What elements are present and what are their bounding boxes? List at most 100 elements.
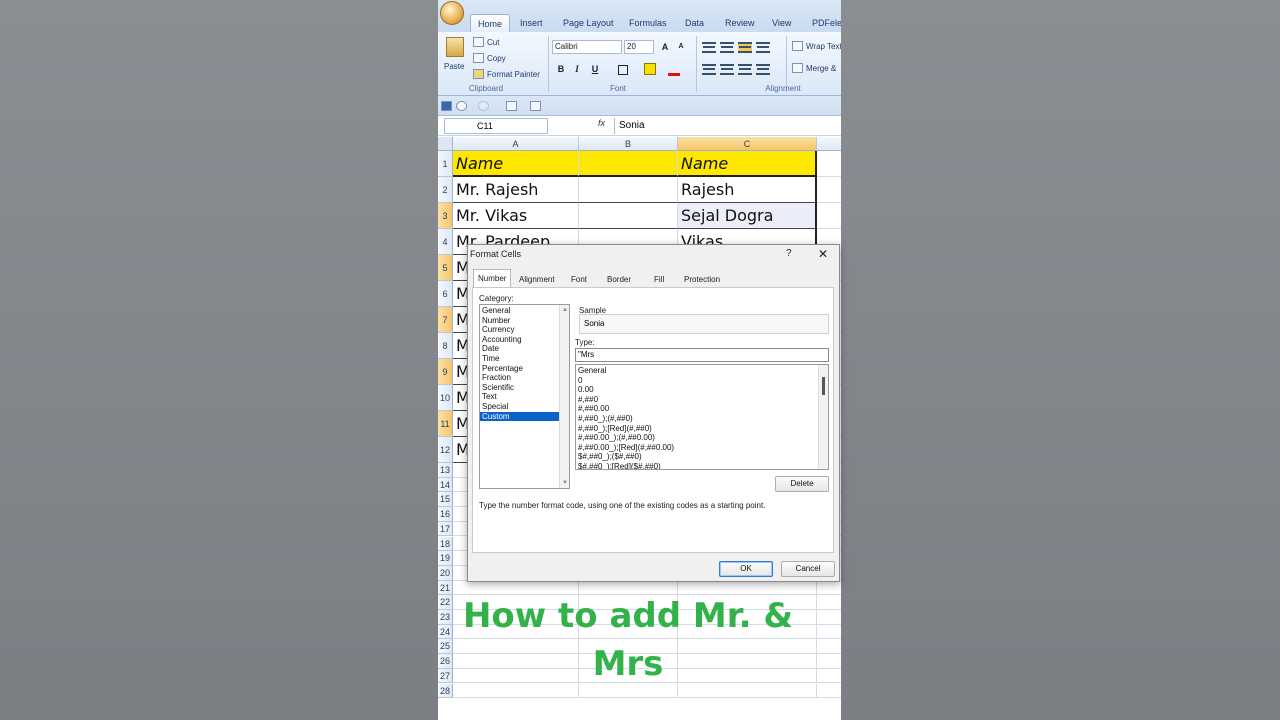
row-header[interactable]: 1 bbox=[438, 151, 453, 177]
tab-formulas[interactable]: Formulas bbox=[622, 14, 674, 32]
fx-icon[interactable]: fx bbox=[598, 118, 605, 128]
column-header-c[interactable]: C bbox=[678, 137, 817, 151]
wrap-text-button[interactable]: Wrap Text bbox=[806, 42, 841, 51]
format-code-item[interactable]: #,##0.00 bbox=[576, 404, 816, 414]
row-header[interactable]: 6 bbox=[438, 281, 453, 307]
cell-d2[interactable] bbox=[817, 177, 841, 203]
category-item[interactable]: Time bbox=[480, 354, 560, 364]
category-item[interactable]: Accounting bbox=[480, 335, 560, 345]
tab-page-layout[interactable]: Page Layout bbox=[556, 14, 621, 32]
format-code-list[interactable]: General 0 0.00 #,##0 #,##0.00 #,##0_);(#,##0)… bbox=[575, 364, 829, 470]
cell-d21[interactable] bbox=[817, 581, 841, 596]
row-header[interactable]: 9 bbox=[438, 359, 453, 385]
copy-button[interactable]: Copy bbox=[487, 54, 506, 63]
category-list[interactable]: General Number Currency Accounting Date Time P… bbox=[479, 304, 570, 489]
row-header[interactable]: 3 bbox=[438, 203, 453, 229]
category-item[interactable]: Date bbox=[480, 344, 560, 354]
delete-button[interactable]: Delete bbox=[775, 476, 829, 492]
format-code-item[interactable]: 0 bbox=[576, 376, 816, 386]
indent-icon[interactable] bbox=[756, 64, 770, 75]
dialog-tab-alignment[interactable]: Alignment bbox=[515, 272, 559, 288]
office-button[interactable] bbox=[440, 1, 464, 25]
align-top-icon[interactable] bbox=[702, 42, 716, 53]
row-header[interactable]: 7 bbox=[438, 307, 453, 333]
cell-b2[interactable] bbox=[579, 177, 678, 203]
category-item[interactable]: Scientific bbox=[480, 383, 560, 393]
select-all-corner[interactable] bbox=[438, 137, 453, 151]
row-header[interactable]: 17 bbox=[438, 521, 453, 537]
format-code-item[interactable]: #,##0.00_);[Red](#,##0.00) bbox=[576, 443, 816, 453]
row-header[interactable]: 13 bbox=[438, 463, 453, 478]
align-right-icon[interactable] bbox=[738, 64, 752, 75]
category-item[interactable]: Text bbox=[480, 392, 560, 402]
cell-d27[interactable] bbox=[817, 669, 841, 684]
redo-icon[interactable] bbox=[478, 101, 489, 111]
format-code-item[interactable]: #,##0.00_);(#,##0.00) bbox=[576, 433, 816, 443]
ok-button[interactable]: OK bbox=[719, 561, 773, 577]
cell-b3[interactable] bbox=[579, 203, 678, 229]
category-item[interactable]: Special bbox=[480, 402, 560, 412]
scroll-down-icon[interactable]: ▼ bbox=[562, 480, 568, 486]
merge-button[interactable]: Merge & bbox=[806, 64, 836, 73]
tab-data[interactable]: Data bbox=[678, 14, 711, 32]
cell-c1[interactable]: Name bbox=[678, 151, 817, 177]
format-code-item[interactable]: General bbox=[576, 366, 816, 376]
row-header[interactable]: 18 bbox=[438, 536, 453, 552]
format-code-item[interactable]: #,##0 bbox=[576, 395, 816, 405]
scroll-up-icon[interactable]: ▲ bbox=[562, 307, 568, 313]
orientation-icon[interactable] bbox=[756, 42, 770, 53]
row-header[interactable]: 10 bbox=[438, 385, 453, 411]
row-header[interactable]: 15 bbox=[438, 492, 453, 508]
bold-button[interactable]: B bbox=[554, 62, 568, 76]
cell-a2[interactable]: Mr. Rajesh bbox=[453, 177, 579, 203]
category-item[interactable]: Percentage bbox=[480, 364, 560, 374]
format-code-item[interactable]: 0.00 bbox=[576, 385, 816, 395]
align-bottom-icon[interactable] bbox=[738, 42, 752, 53]
category-item[interactable]: Number bbox=[480, 316, 560, 326]
cell-d1[interactable] bbox=[817, 151, 841, 177]
font-color-icon[interactable] bbox=[668, 62, 680, 76]
help-button[interactable]: ? bbox=[786, 248, 792, 259]
border-icon[interactable] bbox=[618, 65, 628, 75]
category-item[interactable]: Fraction bbox=[480, 373, 560, 383]
print-preview-icon[interactable] bbox=[506, 101, 517, 111]
font-name-select[interactable]: Calibri bbox=[552, 40, 622, 54]
paste-button[interactable]: Paste bbox=[444, 62, 464, 71]
cell-c2[interactable]: Rajesh bbox=[678, 177, 817, 203]
category-item[interactable]: General bbox=[480, 306, 560, 316]
shrink-font-button[interactable]: A bbox=[674, 40, 688, 54]
row-header[interactable]: 16 bbox=[438, 507, 453, 522]
category-item[interactable]: Currency bbox=[480, 325, 560, 335]
cell-d26[interactable] bbox=[817, 654, 841, 669]
type-input[interactable]: "Mrs bbox=[575, 348, 829, 362]
row-header[interactable]: 12 bbox=[438, 437, 453, 463]
undo-icon[interactable] bbox=[456, 101, 467, 111]
underline-button[interactable]: U bbox=[588, 62, 602, 76]
cancel-button[interactable]: Cancel bbox=[781, 561, 835, 577]
cell-c3[interactable]: Sejal Dogra bbox=[678, 203, 817, 229]
align-middle-icon[interactable] bbox=[720, 42, 734, 53]
column-header-a[interactable]: A bbox=[453, 137, 579, 151]
cell-d24[interactable] bbox=[817, 625, 841, 640]
fill-color-icon[interactable] bbox=[644, 63, 656, 75]
quick-print-icon[interactable] bbox=[530, 101, 541, 111]
cell-d23[interactable] bbox=[817, 610, 841, 625]
format-code-item[interactable]: $#,##0_);[Red]($#,##0) bbox=[576, 462, 816, 469]
category-item[interactable]: Custom bbox=[480, 411, 560, 422]
dialog-tab-font[interactable]: Font bbox=[567, 272, 591, 288]
row-header[interactable]: 5 bbox=[438, 255, 453, 281]
cut-button[interactable]: Cut bbox=[487, 38, 499, 47]
formula-input[interactable]: Sonia bbox=[614, 118, 841, 134]
cell-d25[interactable] bbox=[817, 639, 841, 655]
cell-a3[interactable]: Mr. Vikas bbox=[453, 203, 579, 229]
row-header[interactable]: 4 bbox=[438, 229, 453, 255]
format-code-item[interactable]: #,##0_);(#,##0) bbox=[576, 414, 816, 424]
cell-d28[interactable] bbox=[817, 684, 841, 699]
tab-insert[interactable]: Insert bbox=[513, 14, 550, 32]
tab-pdfelement[interactable]: PDFelement bbox=[805, 14, 841, 32]
cell-d22[interactable] bbox=[817, 595, 841, 610]
name-box[interactable]: C11 bbox=[444, 118, 548, 134]
column-header-b[interactable]: B bbox=[579, 137, 678, 151]
align-left-icon[interactable] bbox=[702, 64, 716, 75]
cell-d3[interactable] bbox=[817, 203, 841, 229]
